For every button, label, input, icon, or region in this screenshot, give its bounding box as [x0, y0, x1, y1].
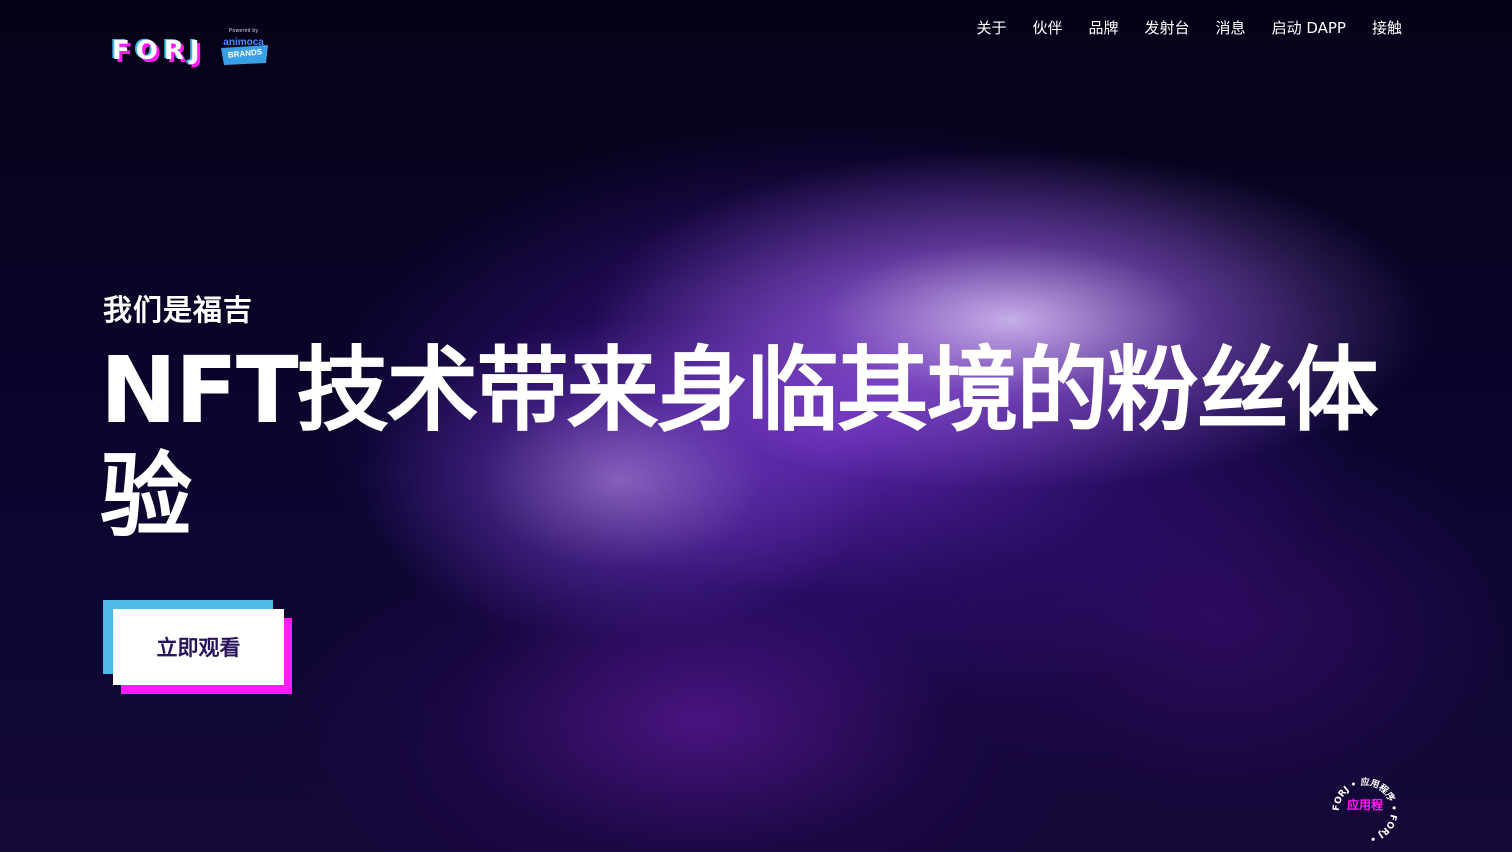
- brand-logos: F O R J Powered by animoca BRANDS: [112, 28, 270, 66]
- main-nav: 关于 伙伴 品牌 发射台 消息 启动 DAPP 接触: [974, 18, 1404, 38]
- nav-item-contact[interactable]: 接触: [1370, 18, 1404, 38]
- hero-title: NFT技术带来身临其境的粉丝体验: [100, 337, 1379, 550]
- powered-by-label: Powered by: [228, 28, 259, 34]
- app-rotating-badge[interactable]: FORJ • 应用程序 • FORJ • 应用程: [1330, 776, 1400, 846]
- animoca-brands-logo: animoca BRANDS: [218, 36, 270, 66]
- nav-item-launchpad[interactable]: 发射台: [1143, 18, 1192, 38]
- logo-letter: R: [163, 36, 184, 66]
- cta-label: 立即观看: [156, 636, 241, 660]
- watch-now-button[interactable]: 立即观看: [103, 600, 293, 694]
- logo-letter: J: [189, 36, 200, 66]
- nav-item-launch-dapp[interactable]: 启动 DAPP: [1270, 18, 1348, 38]
- logo-letter: O: [135, 36, 158, 66]
- nav-item-brands[interactable]: 品牌: [1087, 18, 1121, 38]
- cta-face: 立即观看: [113, 609, 284, 685]
- powered-by-animoca: Powered by animoca BRANDS: [218, 28, 270, 66]
- nav-item-about[interactable]: 关于: [974, 18, 1008, 38]
- hero-kicker: 我们是福吉: [103, 293, 254, 327]
- page: F O R J Powered by animoca BRANDS 关于 伙伴 …: [0, 0, 1512, 852]
- logo-letter: F: [112, 36, 130, 66]
- forj-logo[interactable]: F O R J: [112, 38, 200, 64]
- badge-label: 应用程: [1346, 798, 1383, 812]
- nav-item-partners[interactable]: 伙伴: [1031, 18, 1065, 38]
- nav-item-news[interactable]: 消息: [1214, 18, 1248, 38]
